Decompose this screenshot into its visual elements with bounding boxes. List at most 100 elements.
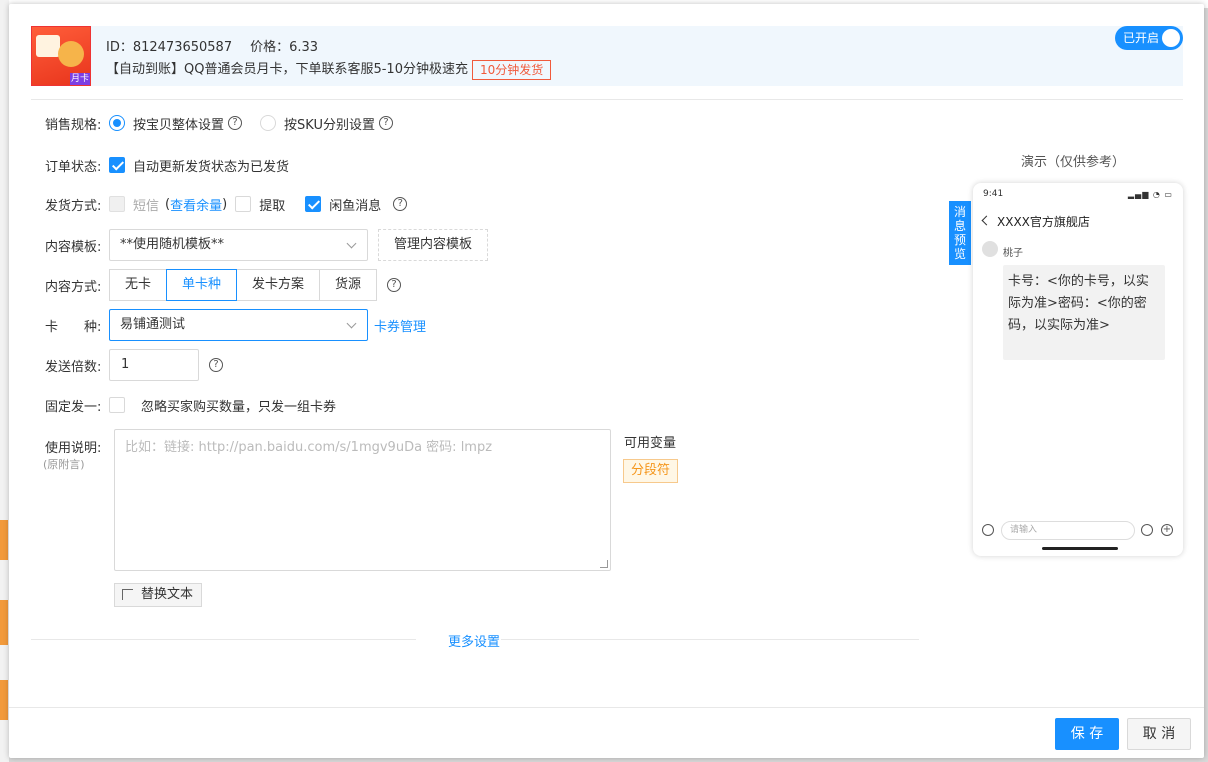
available-vars-title: 可用变量 <box>624 436 677 451</box>
sms-checkbox[interactable] <box>109 196 125 212</box>
voice-icon <box>982 524 994 536</box>
xianyu-checkbox[interactable] <box>305 196 322 212</box>
emoji-icon <box>1141 524 1153 536</box>
goods-title: 【自动到账】QQ普通会员月卡，下单联系客服5-10分钟极速充 <box>106 62 468 77</box>
order-status-checkbox[interactable] <box>109 157 125 173</box>
phone-input: 请输入 <box>1001 521 1135 540</box>
phone-shop-name: XXXX官方旗舰店 <box>997 215 1090 229</box>
demo-title: 演示（仅供参考） <box>1021 155 1126 170</box>
content-mode-option-source[interactable]: 货源 <box>319 269 378 301</box>
card-type-row: 卡 种: 易铺通测试 卡券管理 <box>45 309 426 341</box>
header-divider <box>31 99 1183 100</box>
spec-row: 销售规格: 按宝贝整体设置 ? 按SKU分别设置 ? <box>45 107 393 139</box>
spec-radio-whole[interactable] <box>109 115 125 131</box>
resize-grip-icon[interactable] <box>600 560 608 568</box>
spec-opt1-label[interactable]: 按宝贝整体设置 <box>133 114 224 133</box>
more-settings-link[interactable]: 更多设置 <box>448 631 500 650</box>
card-type-select[interactable]: 易铺通测试 <box>109 309 368 341</box>
chevron-down-icon <box>346 238 357 249</box>
sms-balance-close: ) <box>222 196 228 212</box>
card-type-label: 卡 种: <box>45 319 102 335</box>
phone-sender-name: 桃子 <box>1003 248 1023 259</box>
thumb-tag: 月卡 <box>70 73 90 85</box>
more-settings-divider: 更多设置 <box>31 631 919 650</box>
multiple-row: 发送倍数: 1 ? <box>45 349 223 381</box>
content-mode-label: 内容方式: <box>45 279 102 295</box>
content-mode-option-plan[interactable]: 发卡方案 <box>236 269 321 301</box>
sms-label: 短信 <box>133 198 160 214</box>
pickup-label[interactable]: 提取 <box>259 195 285 214</box>
auto-delivery-toggle[interactable]: 已开启 <box>1115 26 1183 50</box>
replace-text-label: 替换文本 <box>141 587 194 602</box>
xianyu-label[interactable]: 闲鱼消息 <box>329 195 381 214</box>
template-select-value: **使用随机模板** <box>120 237 225 252</box>
delivery-badge: 10分钟发货 <box>471 59 552 80</box>
usage-textarea[interactable]: 比如：链接: http://pan.baidu.com/s/1mgv9uDa 密… <box>114 429 611 571</box>
card-delivery-modal: 月卡 ID：812473650587 价格：6.33 【自动到账】QQ普通会员月卡… <box>9 4 1204 758</box>
fixed-one-label: 固定发一: <box>45 399 102 415</box>
phone-message-bubble: 卡号：<你的卡号，以实际为准>密码：<你的密码，以实际为准> <box>1003 265 1165 360</box>
order-status-checkbox-label[interactable]: 自动更新发货状态为已发货 <box>133 156 289 175</box>
message-preview-tag: 消息预览 <box>949 201 971 265</box>
goods-price: 价格：6.33 <box>250 40 319 55</box>
help-icon[interactable]: ? <box>378 116 393 130</box>
more-line-left <box>31 639 416 640</box>
footer-divider <box>9 707 1204 708</box>
content-mode-row: 内容方式: 无卡 单卡种 发卡方案 货源 ? <box>45 269 402 301</box>
spec-radio-sku[interactable] <box>260 115 277 131</box>
replace-text-button[interactable]: 替换文本 <box>114 583 203 607</box>
fixed-one-checkbox[interactable] <box>109 397 125 413</box>
card-manage-link[interactable]: 卡券管理 <box>374 316 426 335</box>
template-select[interactable]: **使用随机模板** <box>109 229 368 261</box>
goods-thumbnail: 月卡 <box>31 26 91 86</box>
template-row: 内容模板: **使用随机模板** 管理内容模板 <box>45 229 489 261</box>
card-type-select-value: 易铺通测试 <box>120 317 186 332</box>
avatar <box>982 241 998 257</box>
backdrop-thumb-strip <box>0 680 8 720</box>
help-icon[interactable]: ? <box>393 197 408 211</box>
backdrop-left <box>0 0 9 762</box>
help-icon[interactable]: ? <box>209 358 223 372</box>
spec-opt2-label[interactable]: 按SKU分别设置 <box>284 114 375 133</box>
order-status-row: 订单状态: 自动更新发货状态为已发货 <box>45 149 289 181</box>
home-indicator <box>1042 547 1118 550</box>
replace-icon <box>122 589 133 600</box>
multiple-input[interactable]: 1 <box>109 349 199 381</box>
help-icon[interactable]: ? <box>387 278 402 292</box>
cancel-button[interactable]: 取 消 <box>1127 718 1191 750</box>
ship-method-row: 发货方式: 短信 ( 查看余量 ) 提取 闲鱼消息 ? <box>45 188 408 220</box>
multiple-label: 发送倍数: <box>45 359 102 375</box>
phone-preview: 9:41 ▂▄▆ ◔ ▭ XXXX官方旗舰店 桃子 卡号：<你的卡号，以实际为准… <box>973 183 1183 556</box>
spec-label: 销售规格: <box>45 117 102 133</box>
thumb-card-graphic <box>36 35 60 57</box>
content-mode-option-single[interactable]: 单卡种 <box>166 269 238 301</box>
template-label: 内容模板: <box>45 239 102 255</box>
more-line-right <box>501 639 919 640</box>
order-status-label: 订单状态: <box>45 159 102 175</box>
goods-info-bar: 月卡 ID：812473650587 价格：6.33 【自动到账】QQ普通会员月卡… <box>31 26 1183 86</box>
content-mode-option-none[interactable]: 无卡 <box>109 269 168 301</box>
thumb-coin-graphic <box>58 41 84 67</box>
sms-balance-link[interactable]: 查看余量 <box>170 195 222 214</box>
signal-wifi-battery-icon: ▂▄▆ ◔ ▭ <box>1127 190 1173 199</box>
var-chip-separator[interactable]: 分段符 <box>623 459 679 483</box>
pickup-checkbox[interactable] <box>235 196 252 212</box>
usage-label: 使用说明: <box>45 441 102 456</box>
chevron-left-icon <box>981 215 992 226</box>
backdrop-thumb-strip <box>0 600 8 645</box>
goods-title-line: 【自动到账】QQ普通会员月卡，下单联系客服5-10分钟极速充 10分钟发货 <box>106 58 552 80</box>
goods-meta: ID：812473650587 价格：6.33 <box>106 36 318 55</box>
goods-id: ID：812473650587 <box>106 40 233 55</box>
fixed-one-checkbox-label[interactable]: 忽略买家购买数量，只发一组卡券 <box>141 396 336 415</box>
usage-sub-label: (原附言) <box>43 458 85 471</box>
manage-template-button[interactable]: 管理内容模板 <box>378 229 489 261</box>
usage-placeholder: 比如：链接: http://pan.baidu.com/s/1mgv9uDa 密… <box>125 440 493 455</box>
phone-time: 9:41 <box>983 189 1004 199</box>
ship-method-label: 发货方式: <box>45 198 102 214</box>
plus-icon: + <box>1161 524 1173 536</box>
fixed-one-row: 固定发一: 忽略买家购买数量，只发一组卡券 <box>45 389 336 421</box>
backdrop-thumb-strip <box>0 520 8 560</box>
help-icon[interactable]: ? <box>228 116 243 130</box>
toggle-label: 已开启 <box>1123 31 1160 45</box>
save-button[interactable]: 保 存 <box>1055 718 1119 750</box>
